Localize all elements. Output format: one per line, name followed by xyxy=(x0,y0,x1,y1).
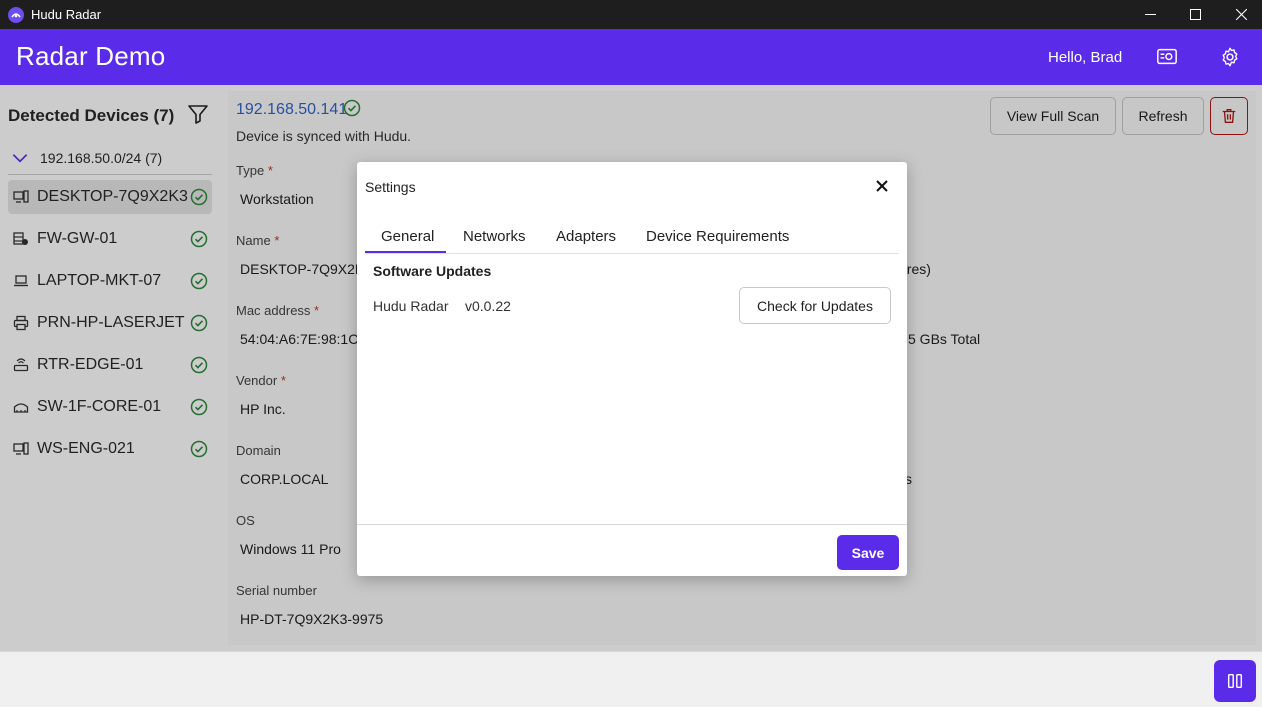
app-logo-icon xyxy=(8,6,24,23)
gear-icon[interactable] xyxy=(1218,45,1242,69)
dialog-footer: Save xyxy=(357,524,907,576)
license-icon[interactable] xyxy=(1155,45,1179,69)
user-greeting: Hello, Brad xyxy=(1048,49,1123,66)
product-name: Hudu Radar xyxy=(373,298,449,314)
title-bar: Hudu Radar xyxy=(0,0,1262,29)
version-label: v0.0.22 xyxy=(465,298,511,314)
close-icon[interactable] xyxy=(874,178,890,194)
tab-device-requirements[interactable]: Device Requirements xyxy=(646,228,789,245)
close-icon[interactable] xyxy=(1218,0,1262,29)
dialog-title: Settings xyxy=(365,179,416,195)
pause-icon xyxy=(1227,673,1243,689)
minimize-icon[interactable] xyxy=(1127,0,1173,29)
active-tab-indicator xyxy=(365,251,446,253)
settings-dialog: Settings General Networks Adapters Devic… xyxy=(357,162,907,576)
save-button[interactable]: Save xyxy=(837,535,899,570)
app-header: Radar Demo Hello, Brad xyxy=(0,29,1262,85)
window-title: Hudu Radar xyxy=(31,7,102,22)
app-name: Radar Demo xyxy=(16,41,166,71)
maximize-icon[interactable] xyxy=(1172,0,1218,29)
check-for-updates-button[interactable]: Check for Updates xyxy=(739,287,891,324)
tab-networks[interactable]: Networks xyxy=(463,228,526,245)
pause-button[interactable] xyxy=(1214,660,1256,702)
status-bar xyxy=(0,651,1262,707)
settings-tabs: General Networks Adapters Device Require… xyxy=(365,222,899,254)
section-title: Software Updates xyxy=(373,263,492,279)
tab-general[interactable]: General xyxy=(381,228,434,245)
tab-adapters[interactable]: Adapters xyxy=(556,228,616,245)
